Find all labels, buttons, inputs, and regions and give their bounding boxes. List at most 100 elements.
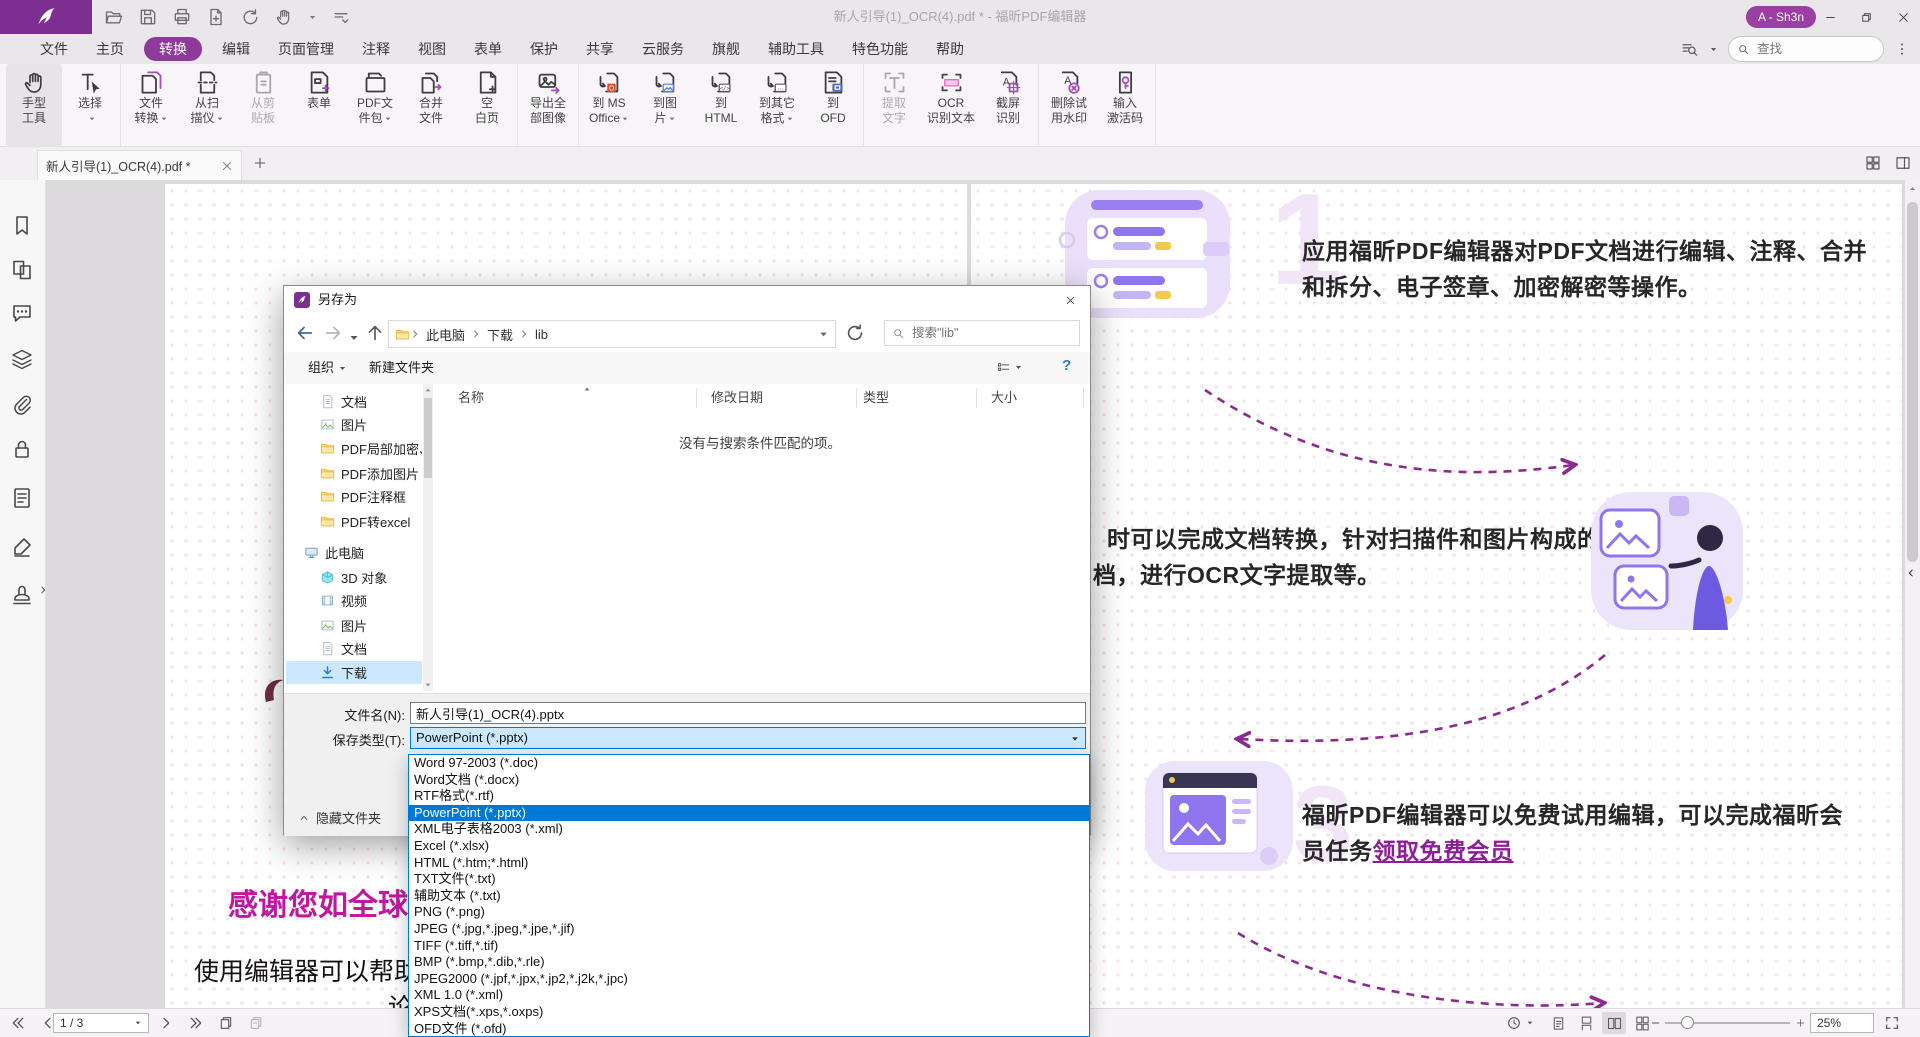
tree-item-0[interactable]: 文档 [286,390,422,413]
filetype-option-0[interactable]: Word 97-2003 (*.doc) [409,755,1089,772]
minimize-button[interactable] [1813,0,1847,34]
tree-item-7[interactable]: 3D 对象 [286,566,422,589]
tree-item-5[interactable]: PDF转excel [286,510,422,533]
ribbon-button-portfolio[interactable]: PDF文件包 [347,64,403,146]
sidebar-notes-icon[interactable] [10,486,34,510]
menu-item-11[interactable]: 旗舰 [698,34,754,64]
ribbon-button-to-html[interactable]: </>到HTML [693,64,749,146]
tree-item-3[interactable]: PDF添加图片 [286,462,422,485]
filetype-option-3[interactable]: PowerPoint (*.pptx) [409,805,1089,822]
tree-item-11[interactable]: 下载 [286,661,422,684]
search-list-icon[interactable] [1680,40,1699,59]
filetype-option-14[interactable]: XML 1.0 (*.xml) [409,987,1089,1004]
page-number-box[interactable]: 1 / 3 [53,1013,149,1033]
sidebar-lock-icon[interactable] [10,437,34,461]
filetype-option-13[interactable]: JPEG2000 (*.jpf,*.jpx,*.jp2,*.j2k,*.jpc) [409,971,1089,988]
menu-item-12[interactable]: 辅助工具 [754,34,838,64]
zoom-out-icon[interactable] [1650,1015,1661,1031]
panel-collapse-handle[interactable] [1906,566,1916,580]
column-name[interactable]: 名称 [458,388,484,408]
panel-toggle-icon[interactable] [1894,154,1912,172]
find-input[interactable] [1755,41,1859,57]
breadcrumb-downloads[interactable]: 下载 [481,325,519,344]
help-button[interactable]: ? [1062,357,1071,374]
sidebar-attachment-icon[interactable] [10,392,34,416]
tree-item-4[interactable]: PDF注释框 [286,485,422,508]
rotate-caret-icon[interactable] [1526,1019,1534,1027]
filetype-option-10[interactable]: JPEG (*.jpg,*.jpeg,*.jpe,*.jif) [409,921,1089,938]
tree-scrollbar-thumb[interactable] [424,398,432,478]
new-tab-icon[interactable] [252,155,268,171]
document-tab[interactable]: 新人引导(1)_OCR(4).pdf * [37,150,242,180]
sidebar-layers-icon[interactable] [10,347,34,371]
last-page-icon[interactable] [188,1015,204,1031]
zoom-slider-knob[interactable] [1681,1016,1694,1029]
tree-item-1[interactable]: 图片 [286,413,422,436]
ribbon-button-activation-code[interactable]: 输入激活码 [1097,64,1153,146]
print-icon[interactable] [172,7,192,27]
dialog-close-button[interactable] [1056,290,1084,310]
filetype-option-11[interactable]: TIFF (*.tiff,*.tif) [409,938,1089,955]
tree-item-8[interactable]: 视频 [286,589,422,612]
address-bar[interactable]: 此电脑 下载 lib [388,320,836,348]
next-page-icon[interactable] [158,1015,174,1031]
facing-view-button[interactable] [1602,1012,1626,1034]
close-window-button[interactable] [1886,0,1920,34]
column-size[interactable]: 大小 [991,388,1017,408]
vertical-scrollbar[interactable] [1905,180,1920,1008]
ribbon-button-to-office[interactable]: O到 MSOffice [581,64,637,146]
ribbon-button-remove-watermark[interactable]: A删除试用水印 [1041,64,1097,146]
menu-item-9[interactable]: 共享 [572,34,628,64]
ribbon-button-merge[interactable]: 合并文件 [403,64,459,146]
tree-item-9[interactable]: 图片 [286,614,422,637]
first-page-icon[interactable] [10,1015,26,1031]
filetype-option-4[interactable]: XML电子表格2003 (*.xml) [409,821,1089,838]
menu-item-1[interactable]: 主页 [82,34,138,64]
tab-close-icon[interactable] [221,160,233,172]
menu-item-8[interactable]: 保护 [516,34,572,64]
filename-input[interactable] [410,702,1086,724]
folder-open-icon[interactable] [104,7,124,27]
tree-scroll-down-icon[interactable] [424,681,432,689]
menu-item-6[interactable]: 视图 [404,34,460,64]
dialog-title-bar[interactable]: 另存为 [284,286,1090,314]
menu-item-14[interactable]: 帮助 [922,34,978,64]
page-new-icon[interactable] [206,7,226,27]
fullscreen-icon[interactable] [1884,1015,1900,1031]
address-dropdown-icon[interactable] [818,329,829,340]
tree-item-10[interactable]: 文档 [286,637,422,660]
filetype-option-12[interactable]: BMP (*.bmp,*.dib,*.rle) [409,954,1089,971]
view-mode-button[interactable] [996,360,1023,375]
find-box[interactable] [1728,36,1884,62]
filetype-option-8[interactable]: 辅助文本 (*.txt) [409,888,1089,905]
menu-item-10[interactable]: 云服务 [628,34,698,64]
nav-up-icon[interactable] [364,322,386,344]
free-membership-link[interactable]: 领取免费会员 [1373,838,1514,864]
sidebar-bookmark-icon[interactable] [10,214,34,238]
menu-item-7[interactable]: 表单 [460,34,516,64]
ribbon-button-to-other[interactable]: ...到其它格式 [749,64,805,146]
column-type[interactable]: 类型 [863,388,889,408]
filetype-option-16[interactable]: OFD文件 (*.ofd) [409,1021,1089,1037]
tree-item-2[interactable]: PDF局部加密、P [286,437,422,460]
hide-folders-button[interactable]: 隐藏文件夹 [299,808,381,827]
sidebar-thumbnails-icon[interactable] [10,258,34,282]
search-box[interactable] [884,320,1080,346]
ribbon-button-form[interactable]: 表单 [291,64,347,146]
tree-scrollbar[interactable] [423,384,433,691]
ribbon-button-to-ofd[interactable]: 到OFD [805,64,861,146]
menu-item-5[interactable]: 注释 [348,34,404,64]
ribbon-button-blank-page[interactable]: 空白页 [459,64,515,146]
menu-item-13[interactable]: 特色功能 [838,34,922,64]
restore-button[interactable] [1849,0,1883,34]
scroll-up-icon[interactable] [1908,184,1917,193]
breadcrumb-lib[interactable]: lib [529,327,554,342]
tree-scroll-up-icon[interactable] [424,386,432,394]
filetype-option-1[interactable]: Word文档 (*.docx) [409,772,1089,789]
sidebar-comments-icon[interactable] [10,301,34,325]
single-page-view-button[interactable] [1546,1012,1570,1034]
menu-item-3[interactable]: 编辑 [208,34,264,64]
refresh-icon[interactable] [844,322,866,344]
filetype-option-15[interactable]: XPS文档(*.xps,*.oxps) [409,1004,1089,1021]
menu-item-2[interactable]: 转换 [144,37,202,61]
